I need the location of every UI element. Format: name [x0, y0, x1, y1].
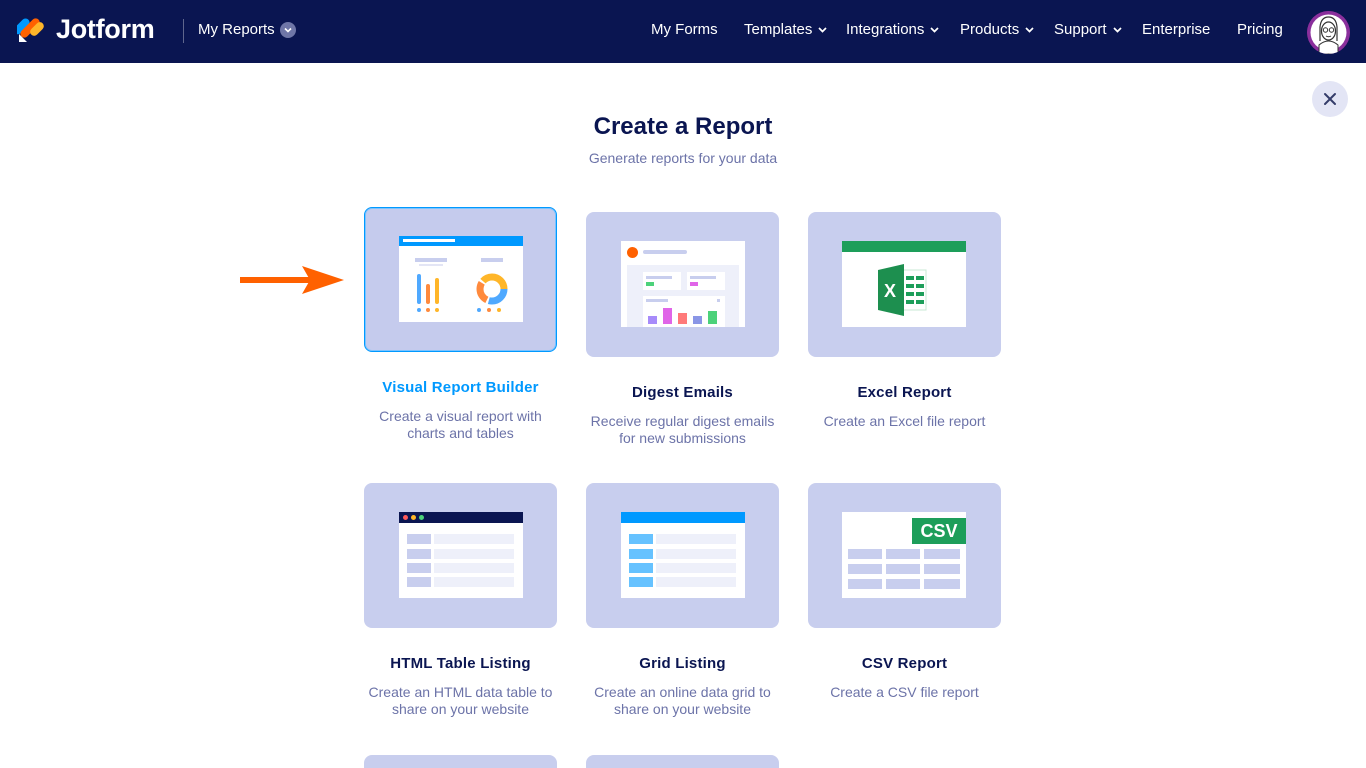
- csv-file-icon: CSV: [842, 512, 966, 598]
- card-title: CSV Report: [861, 655, 948, 672]
- avatar-illustration-icon: [1307, 11, 1350, 54]
- card-description: Create an Excel file report: [823, 413, 986, 429]
- card-title: HTML Table Listing: [390, 655, 531, 672]
- nav-label: Integrations: [846, 21, 925, 38]
- card-thumbnail: X: [808, 212, 1001, 357]
- nav-my-forms[interactable]: My Forms: [651, 21, 718, 38]
- card-description: Receive regular digest emails for new su…: [590, 413, 775, 446]
- card-thumbnail: CSV: [808, 483, 1001, 628]
- page-title: Create a Report: [593, 113, 773, 140]
- nav-enterprise[interactable]: Enterprise: [1142, 21, 1210, 38]
- visual-report-icon: [399, 236, 523, 322]
- card-partial-tile[interactable]: [364, 755, 557, 768]
- nav-support[interactable]: Support: [1054, 21, 1122, 38]
- svg-text:X: X: [884, 281, 896, 301]
- chevron-down-icon: [930, 26, 939, 33]
- nav-label: Products: [960, 21, 1020, 38]
- chevron-down-icon: [818, 26, 827, 33]
- card-grid-listing[interactable]: Grid Listing Create an online data grid …: [586, 483, 779, 718]
- excel-icon: X: [842, 241, 966, 327]
- card-title: Grid Listing: [639, 655, 726, 672]
- close-icon: [1324, 93, 1336, 105]
- nav-label: Enterprise: [1142, 21, 1211, 38]
- digest-email-icon: [621, 241, 745, 327]
- chevron-down-icon: [1112, 26, 1122, 33]
- card-title: Excel Report: [857, 384, 952, 401]
- user-avatar[interactable]: [1307, 11, 1350, 54]
- card-thumbnail: [586, 483, 779, 628]
- nav-integrations[interactable]: Integrations: [846, 21, 939, 38]
- card-visual-report-builder[interactable]: Visual Report Builder Create a visual re…: [364, 207, 557, 442]
- csv-badge: CSV: [912, 518, 966, 544]
- top-navigation-bar: Jotform My Reports My Forms Templates In…: [0, 0, 1366, 63]
- card-thumbnail: [364, 207, 557, 352]
- html-table-icon: [399, 512, 523, 598]
- nav-label: Support: [1054, 21, 1107, 38]
- grid-listing-icon: [621, 512, 745, 598]
- card-digest-emails[interactable]: Digest Emails Receive regular digest ema…: [586, 212, 779, 447]
- nav-label: Templates: [744, 21, 813, 38]
- card-csv-report[interactable]: CSV CSV Report Create a CSV file report: [808, 483, 1001, 701]
- card-thumbnail: [586, 212, 779, 357]
- card-title: Digest Emails: [632, 384, 733, 401]
- card-description: Create a CSV file report: [830, 684, 979, 700]
- nav-label: My Forms: [651, 21, 718, 38]
- card-excel-report[interactable]: X Excel Report Create an Excel file repo…: [808, 212, 1001, 430]
- main-nav: My Forms Templates Integrations Products…: [0, 21, 1366, 43]
- nav-pricing[interactable]: Pricing: [1237, 21, 1283, 38]
- card-description: Create an HTML data table to share on yo…: [368, 684, 553, 717]
- card-html-table-listing[interactable]: HTML Table Listing Create an HTML data t…: [364, 483, 557, 718]
- card-description: Create a visual report with charts and t…: [379, 408, 542, 441]
- card-thumbnail: [364, 483, 557, 628]
- card-title: Visual Report Builder: [382, 379, 539, 396]
- close-button[interactable]: [1312, 81, 1348, 117]
- card-partial-tile[interactable]: [586, 755, 779, 768]
- pointer-arrow-icon: [240, 266, 344, 294]
- chevron-down-icon: [1025, 26, 1034, 33]
- page-subtitle: Generate reports for your data: [588, 150, 778, 166]
- nav-products[interactable]: Products: [960, 21, 1034, 38]
- card-description: Create an online data grid to share on y…: [594, 684, 771, 717]
- nav-label: Pricing: [1237, 21, 1283, 38]
- nav-templates[interactable]: Templates: [744, 21, 827, 38]
